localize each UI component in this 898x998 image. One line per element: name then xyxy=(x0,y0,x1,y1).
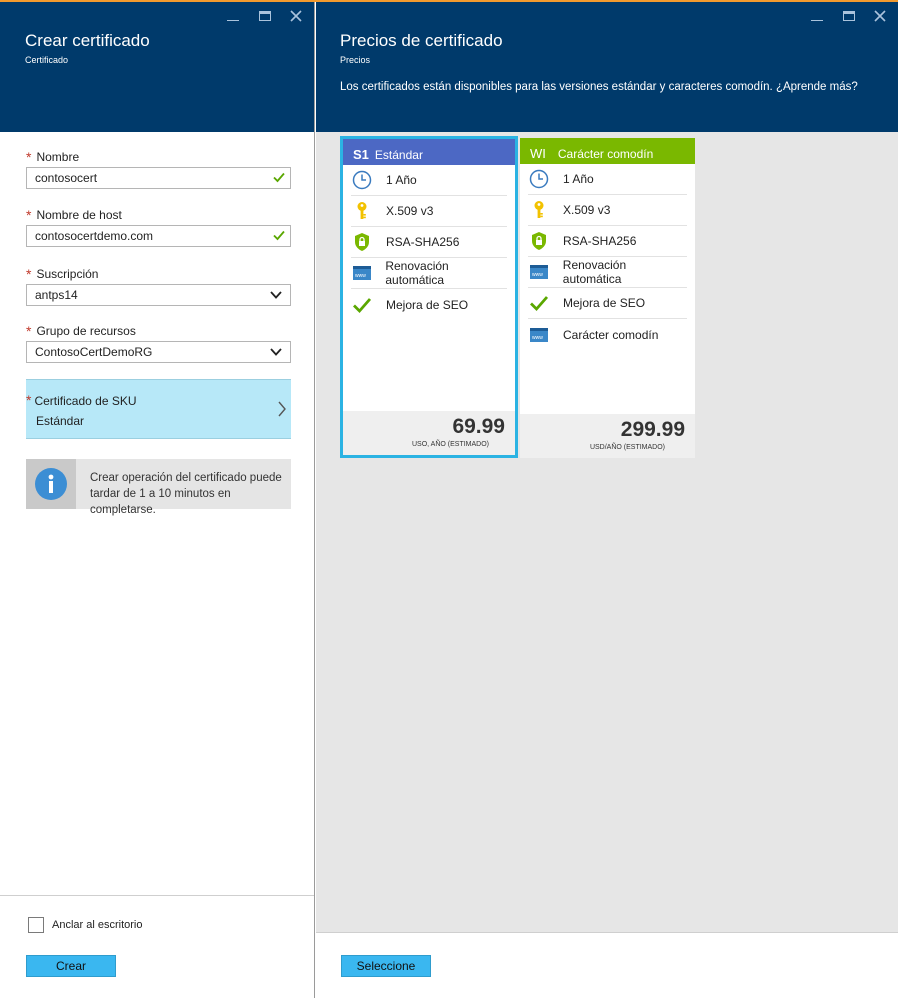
www-window-icon: www xyxy=(351,262,372,284)
required-asterisk: * xyxy=(26,149,32,165)
certificate-pricing-blade: Precios de certificado Precios Los certi… xyxy=(316,2,898,998)
window-controls xyxy=(808,8,890,24)
tier-code: S1 xyxy=(353,147,369,162)
select-button[interactable]: Seleccione xyxy=(341,955,431,977)
svg-text:www: www xyxy=(532,272,543,278)
tier-code: WI xyxy=(530,146,546,161)
info-icon-area xyxy=(26,459,76,509)
sku-value: Estándar xyxy=(36,414,85,428)
svg-text:www: www xyxy=(355,273,366,279)
feature-item: 1 Año xyxy=(528,164,687,195)
www-window-icon: www xyxy=(528,324,550,346)
blade-subtitle: Precios xyxy=(340,55,371,65)
feature-item: RSA-SHA256 xyxy=(351,227,507,258)
blade-title: Crear certificado xyxy=(25,31,150,50)
blade-header: Precios de certificado Precios Los certi… xyxy=(316,2,898,132)
sku-label: * Certificado de SKU xyxy=(26,392,137,408)
feature-item: www Renovación automática xyxy=(351,258,507,289)
feature-item: Mejora de SEO xyxy=(351,289,507,320)
key-icon xyxy=(528,199,550,221)
create-button[interactable]: Crear xyxy=(26,955,116,977)
footer-divider xyxy=(0,895,314,896)
pricing-description: Los certificados están disponibles para … xyxy=(340,81,858,93)
tier-name: Carácter comodín xyxy=(557,147,654,161)
feature-item: X.509 v3 xyxy=(528,195,687,226)
info-text: Crear operación del certificado puede ta… xyxy=(90,472,282,516)
feature-item: X.509 v3 xyxy=(351,196,507,227)
resource-group-label: * Grupo de recursos xyxy=(26,323,136,339)
card-price-footer: 299.99 USD/AÑO (ESTIMADO) xyxy=(520,414,695,458)
clock-icon xyxy=(351,169,373,191)
window-controls xyxy=(224,8,306,24)
valid-check-icon xyxy=(273,230,285,241)
pin-to-dashboard[interactable]: Anclar al escritorio xyxy=(28,917,142,933)
sku-selector[interactable]: * Certificado de SKU Estándar xyxy=(26,379,291,439)
pin-label: Anclar al escritorio xyxy=(52,919,143,931)
chevron-right-icon xyxy=(278,401,286,417)
blade-subtitle: Certificado xyxy=(25,55,69,65)
price: 299.99 xyxy=(620,418,685,441)
hostname-input[interactable]: contosocertdemo.com xyxy=(26,225,291,247)
name-input[interactable]: contosocert xyxy=(26,167,291,189)
subscription-value: antps14 xyxy=(35,288,78,302)
valid-check-icon xyxy=(273,172,285,183)
hostname-label: * Nombre de host xyxy=(26,207,122,223)
resource-group-select[interactable]: ContosoCertDemoRG xyxy=(26,341,291,363)
subscription-label: * Suscripción xyxy=(26,266,99,282)
key-icon xyxy=(351,200,373,222)
shield-lock-icon xyxy=(351,231,373,253)
clock-icon xyxy=(528,168,550,190)
hostname-input-value: contosocertdemo.com xyxy=(35,229,154,243)
checkmark-icon xyxy=(351,294,373,316)
info-message: Crear operación del certificado puede ta… xyxy=(26,459,291,516)
shield-lock-icon xyxy=(528,230,550,252)
pricing-card-standard[interactable]: S1 Estándar 1 Año X.509 v3 RSA-SHA256 ww… xyxy=(340,136,518,458)
name-input-value: contosocert xyxy=(35,171,98,185)
info-icon xyxy=(35,468,67,500)
close-icon[interactable] xyxy=(872,8,890,24)
price: 69.99 xyxy=(452,415,505,438)
subscription-select[interactable]: antps14 xyxy=(26,284,291,306)
resource-group-value: ContosoCertDemoRG xyxy=(35,345,153,359)
minimize-icon[interactable] xyxy=(224,8,242,24)
card-header: S1 Estándar xyxy=(343,139,515,165)
maximize-icon[interactable] xyxy=(256,8,274,24)
blade-title: Precios de certificado xyxy=(340,31,503,50)
checkmark-icon xyxy=(528,292,550,314)
minimize-icon[interactable] xyxy=(808,8,826,24)
feature-item: RSA-SHA256 xyxy=(528,226,687,257)
feature-item: www Renovación automática xyxy=(528,257,687,288)
required-asterisk: * xyxy=(26,266,32,282)
feature-item: Mejora de SEO xyxy=(528,288,687,319)
create-certificate-blade: Crear certificado Certificado * Nombre co… xyxy=(0,2,315,998)
feature-list: 1 Año X.509 v3 RSA-SHA256 www Renovación … xyxy=(520,164,695,350)
www-window-icon: www xyxy=(528,261,550,283)
tier-name: Estándar xyxy=(374,148,423,162)
price-unit: USD/AÑO (ESTIMADO) xyxy=(589,444,665,451)
chevron-down-icon xyxy=(270,348,282,356)
card-price-footer: 69.99 USO, AÑO (ESTIMADO) xyxy=(343,411,515,455)
pin-checkbox[interactable] xyxy=(28,917,44,933)
pricing-card-wildcard[interactable]: WI Carácter comodín 1 Año X.509 v3 RSA-S… xyxy=(520,138,695,458)
required-asterisk: * xyxy=(26,392,32,408)
required-asterisk: * xyxy=(26,323,32,339)
feature-list: 1 Año X.509 v3 RSA-SHA256 www Renovación … xyxy=(343,165,515,320)
price-unit: USO, AÑO (ESTIMADO) xyxy=(411,441,489,448)
feature-item: www Carácter comodín xyxy=(528,319,687,350)
required-asterisk: * xyxy=(26,207,32,223)
svg-text:www: www xyxy=(532,335,543,341)
card-header: WI Carácter comodín xyxy=(520,138,695,164)
chevron-down-icon xyxy=(270,291,282,299)
close-icon[interactable] xyxy=(288,8,306,24)
blade-footer: Seleccione xyxy=(316,932,898,998)
name-label: * Nombre xyxy=(26,149,80,165)
feature-item: 1 Año xyxy=(351,165,507,196)
blade-header: Crear certificado Certificado xyxy=(0,2,314,132)
maximize-icon[interactable] xyxy=(840,8,858,24)
